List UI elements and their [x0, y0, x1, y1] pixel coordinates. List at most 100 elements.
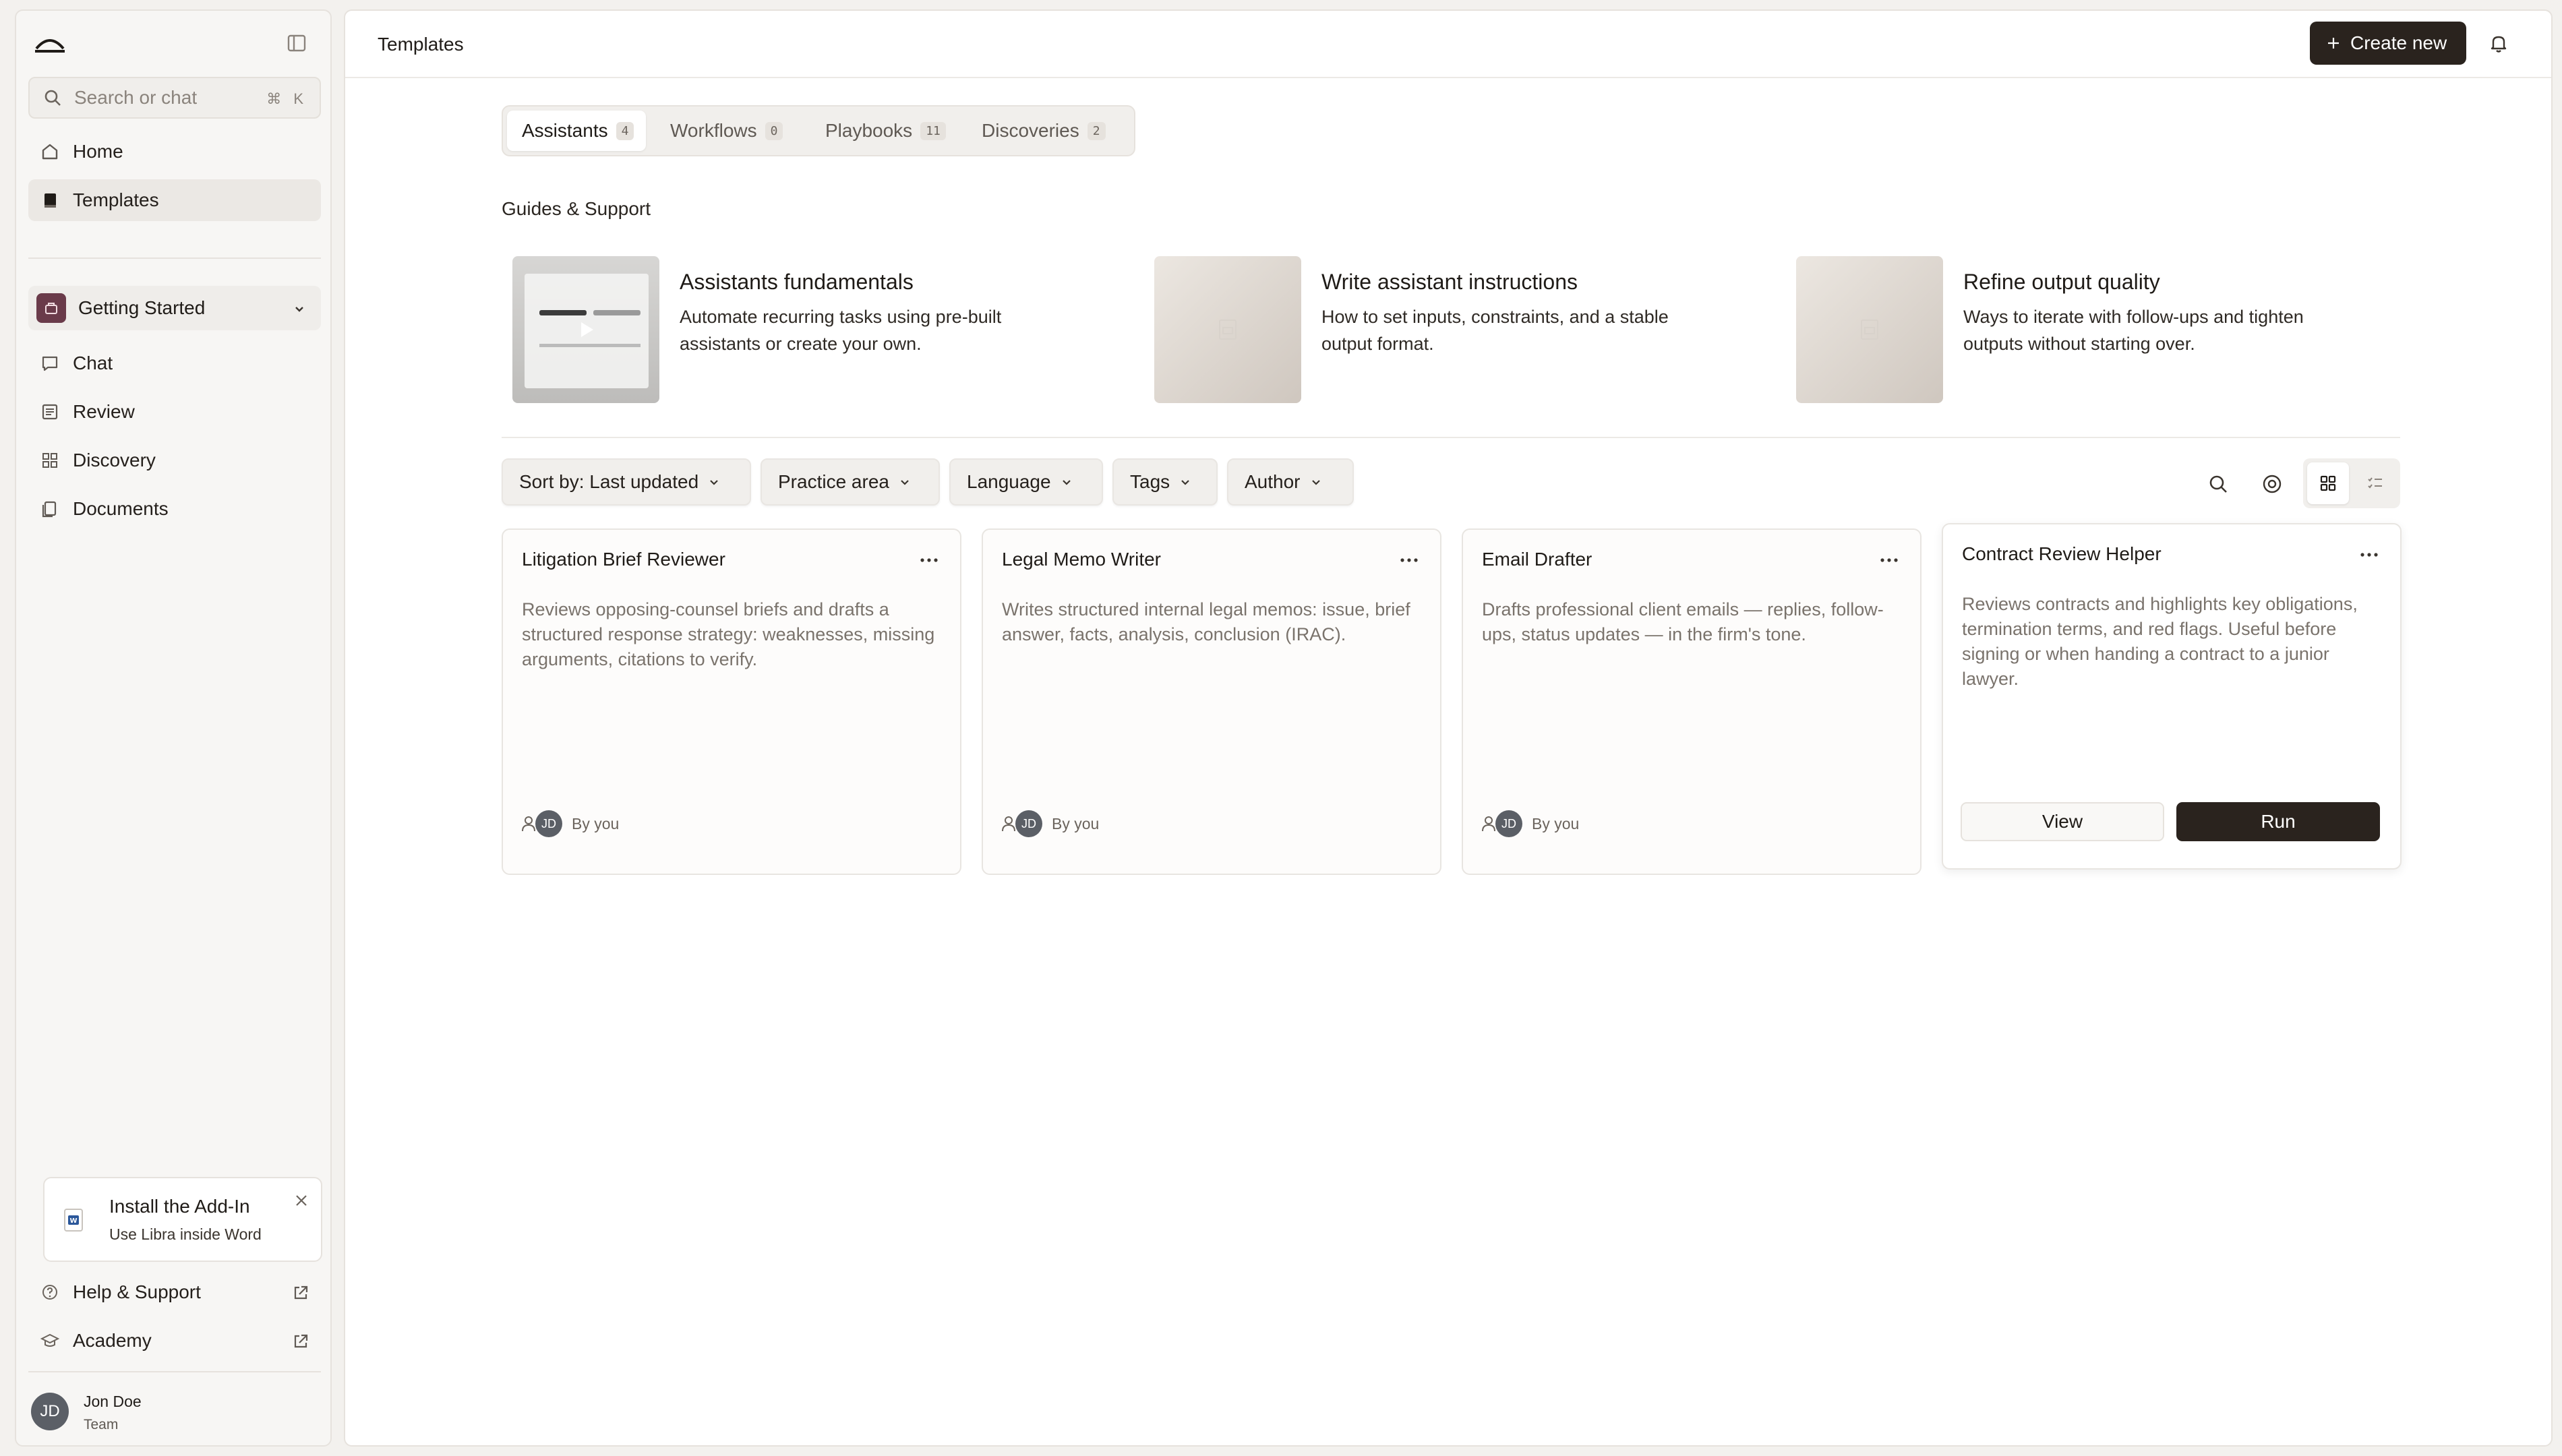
tab-workflows[interactable]: Workflows 0	[655, 111, 797, 151]
grid-icon	[38, 448, 62, 473]
addin-title: Install the Add-In	[109, 1196, 250, 1217]
filter-label: Tags	[1130, 471, 1170, 492]
card-author-label: By you	[1052, 814, 1100, 832]
sidebar-item-review[interactable]: Review	[28, 391, 321, 433]
home-icon	[38, 140, 62, 164]
sidebar-item-label: Help & Support	[73, 1281, 201, 1302]
search-icon	[43, 88, 62, 107]
workspace-selector[interactable]: Getting Started	[28, 286, 321, 330]
language-filter[interactable]: Language	[949, 458, 1103, 506]
tags-filter[interactable]: Tags	[1112, 458, 1218, 506]
play-icon[interactable]	[574, 318, 597, 341]
guide-thumbnail	[1796, 256, 1943, 403]
card-title: Litigation Brief Reviewer	[522, 549, 725, 570]
card-description: Writes structured internal legal memos: …	[1002, 599, 1410, 644]
sort-dropdown[interactable]: Sort by: Last updated	[502, 458, 751, 506]
collapse-sidebar-icon[interactable]	[285, 31, 309, 55]
external-link-icon	[291, 1283, 310, 1302]
sidebar-item-discovery[interactable]: Discovery	[28, 439, 321, 481]
bell-icon[interactable]	[2486, 31, 2511, 55]
guide-card[interactable]: Write assistant instructions How to set …	[1154, 256, 1761, 404]
more-options-icon[interactable]	[1396, 550, 1423, 570]
tab-count: 2	[1087, 121, 1106, 140]
addin-promo[interactable]: W Install the Add-In Use Libra inside Wo…	[43, 1177, 322, 1262]
tab-label: Workflows	[670, 120, 757, 141]
create-new-button[interactable]: Create new	[2310, 22, 2466, 65]
book-icon	[38, 188, 62, 212]
documents-icon	[38, 497, 62, 521]
filter-label: Language	[967, 471, 1051, 492]
chevron-down-icon	[708, 476, 720, 488]
guide-thumbnail	[1154, 256, 1301, 403]
close-icon[interactable]	[294, 1193, 309, 1208]
workspace-name: Getting Started	[78, 297, 206, 318]
user-team: Team	[84, 1417, 119, 1432]
sidebar-item-help[interactable]: Help & Support	[28, 1271, 321, 1313]
sidebar-item-chat[interactable]: Chat	[28, 342, 321, 384]
search-icon[interactable]	[2201, 466, 2236, 502]
word-icon: W	[63, 1208, 84, 1232]
external-link-icon	[291, 1332, 310, 1351]
template-card[interactable]: Legal Memo Writer Writes structured inte…	[982, 528, 1441, 875]
more-options-icon[interactable]	[916, 550, 943, 570]
tab-discoveries[interactable]: Discoveries 2	[967, 111, 1129, 151]
image-placeholder-icon	[1216, 317, 1240, 342]
chevron-down-icon	[1179, 476, 1191, 488]
avatar: JD	[535, 810, 562, 837]
template-card[interactable]: Email Drafter Drafts professional client…	[1462, 528, 1922, 875]
more-options-icon[interactable]	[1876, 550, 1903, 570]
card-title: Contract Review Helper	[1962, 543, 2162, 564]
tab-playbooks[interactable]: Playbooks 11	[810, 111, 960, 151]
tab-assistants[interactable]: Assistants 4	[507, 111, 646, 151]
view-button[interactable]: View	[1961, 802, 2164, 841]
top-bar: Templates Create new	[345, 11, 2551, 78]
guide-title: Refine output quality	[1963, 270, 2160, 294]
tab-label: Playbooks	[825, 120, 913, 141]
app-logo-icon[interactable]	[32, 30, 67, 57]
image-placeholder-icon	[1857, 317, 1882, 342]
more-options-icon[interactable]	[2356, 545, 2383, 565]
user-profile[interactable]: JD Jon Doe Team	[31, 1389, 314, 1436]
template-card[interactable]: Contract Review Helper Reviews contracts…	[1942, 523, 2402, 870]
sidebar-item-label: Review	[73, 401, 135, 422]
avatar: JD	[31, 1393, 69, 1430]
tab-count: 4	[616, 121, 634, 140]
card-title: Legal Memo Writer	[1002, 549, 1162, 570]
list-view-icon[interactable]	[2354, 462, 2396, 504]
create-new-label: Create new	[2350, 32, 2447, 53]
settings-icon[interactable]	[2255, 466, 2290, 502]
card-author-label: By you	[572, 814, 620, 832]
guide-card[interactable]: Assistants fundamentals Automate recurri…	[512, 256, 1119, 404]
sidebar-item-academy[interactable]: Academy	[28, 1320, 321, 1362]
card-description: Reviews opposing-counsel briefs and draf…	[522, 599, 935, 669]
search-input[interactable]: Search or chat ⌘ K	[28, 77, 321, 119]
card-author: JD By you	[1001, 810, 1099, 837]
workspace-logo-icon	[36, 293, 66, 323]
sidebar-item-label: Discovery	[73, 450, 156, 471]
sidebar-item-documents[interactable]: Documents	[28, 488, 321, 530]
page-title: Templates	[378, 34, 464, 55]
section-divider	[502, 437, 2400, 438]
sidebar-divider	[28, 1371, 321, 1372]
sidebar-item-label: Templates	[73, 189, 159, 210]
chevron-down-icon	[899, 476, 911, 488]
author-filter[interactable]: Author	[1227, 458, 1354, 506]
tab-label: Assistants	[522, 120, 608, 141]
guide-card[interactable]: Refine output quality Ways to iterate wi…	[1796, 256, 2403, 404]
chat-icon	[38, 351, 62, 375]
template-tabs: Assistants 4 Workflows 0 Playbooks 11 Di…	[502, 105, 1135, 156]
sidebar-item-templates[interactable]: Templates	[28, 179, 321, 221]
sidebar-item-home[interactable]: Home	[28, 131, 321, 173]
academy-icon	[38, 1329, 62, 1353]
practice-area-filter[interactable]: Practice area	[761, 458, 940, 506]
template-card[interactable]: Litigation Brief Reviewer Reviews opposi…	[502, 528, 961, 875]
tab-count: 0	[765, 121, 783, 140]
card-author: JD By you	[1481, 810, 1579, 837]
tab-count: 11	[920, 121, 946, 140]
grid-view-icon[interactable]	[2307, 462, 2349, 504]
addin-subtitle: Use Libra inside Word	[109, 1225, 262, 1243]
main-panel: Templates Create new Assistants 4 Workfl…	[344, 9, 2553, 1447]
guides-title: Guides & Support	[502, 198, 651, 219]
run-button[interactable]: Run	[2176, 802, 2380, 841]
chevron-down-icon	[293, 302, 306, 315]
